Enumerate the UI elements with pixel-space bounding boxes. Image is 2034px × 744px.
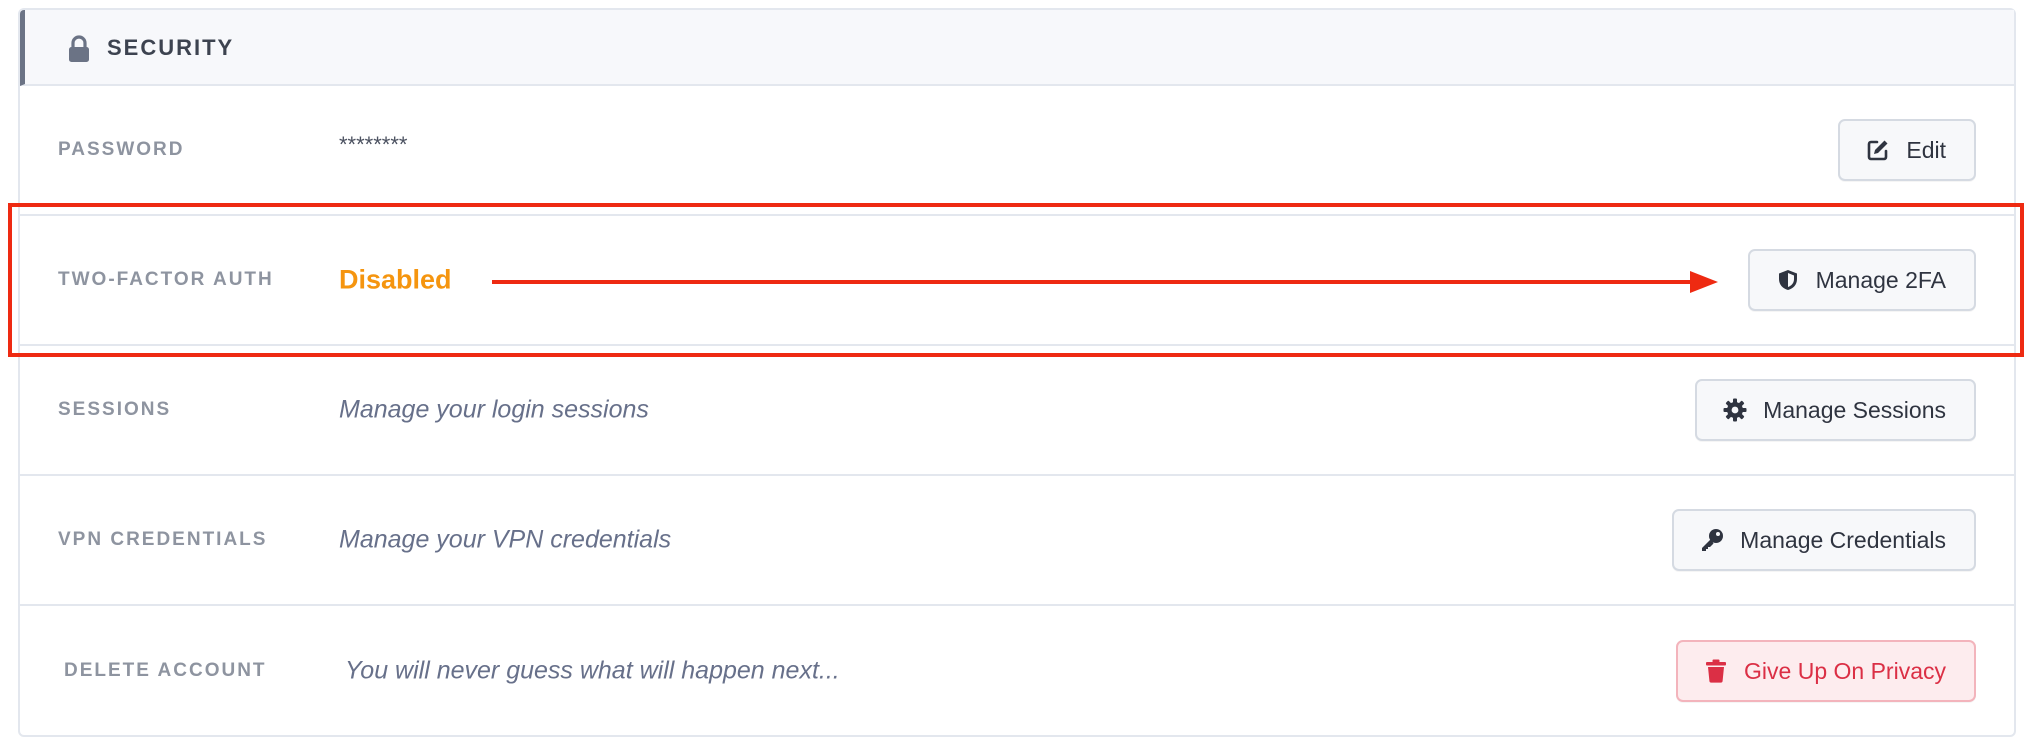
lock-icon bbox=[69, 35, 89, 62]
manage-credentials-button[interactable]: Manage Credentials bbox=[1672, 509, 1976, 571]
edit-password-button[interactable]: Edit bbox=[1838, 119, 1976, 181]
two-factor-row: TWO-FACTOR AUTH Disabled Manage 2FA bbox=[20, 216, 2014, 346]
manage-sessions-label: Manage Sessions bbox=[1763, 396, 1946, 423]
key-icon bbox=[1702, 529, 1724, 551]
delete-account-description: You will never guess what will happen ne… bbox=[345, 656, 840, 685]
vpn-credentials-row: VPN CREDENTIALS Manage your VPN credenti… bbox=[20, 476, 2014, 606]
delete-account-row: DELETE ACCOUNT You will never guess what… bbox=[20, 606, 2014, 736]
edit-button-label: Edit bbox=[1906, 136, 1946, 163]
password-row: PASSWORD ******** Edit bbox=[20, 86, 2014, 216]
manage-sessions-button[interactable]: Manage Sessions bbox=[1695, 379, 1976, 441]
two-factor-status: Disabled bbox=[339, 264, 452, 295]
delete-account-label: DELETE ACCOUNT bbox=[64, 660, 267, 681]
section-title: SECURITY bbox=[107, 35, 235, 60]
edit-icon bbox=[1868, 140, 1888, 161]
trash-icon bbox=[1706, 659, 1727, 683]
password-label: PASSWORD bbox=[58, 139, 185, 160]
security-section-header: SECURITY bbox=[20, 10, 2014, 86]
vpn-credentials-label: VPN CREDENTIALS bbox=[58, 529, 268, 550]
sessions-description: Manage your login sessions bbox=[339, 395, 649, 424]
manage-2fa-button[interactable]: Manage 2FA bbox=[1747, 249, 1976, 311]
security-card: SECURITY PASSWORD ******** Edit TWO-FACT… bbox=[18, 8, 2016, 737]
give-up-on-privacy-label: Give Up On Privacy bbox=[1744, 657, 1946, 684]
shield-icon bbox=[1778, 270, 1797, 290]
sessions-label: SESSIONS bbox=[58, 399, 172, 420]
manage-credentials-label: Manage Credentials bbox=[1740, 526, 1946, 553]
vpn-credentials-description: Manage your VPN credentials bbox=[339, 525, 672, 554]
gear-icon bbox=[1723, 398, 1747, 422]
sessions-row: SESSIONS Manage your login sessions Mana… bbox=[20, 346, 2014, 476]
give-up-on-privacy-button[interactable]: Give Up On Privacy bbox=[1676, 640, 1976, 702]
two-factor-label: TWO-FACTOR AUTH bbox=[58, 269, 274, 290]
manage-2fa-label: Manage 2FA bbox=[1815, 266, 1946, 293]
password-value: ******** bbox=[339, 131, 408, 157]
